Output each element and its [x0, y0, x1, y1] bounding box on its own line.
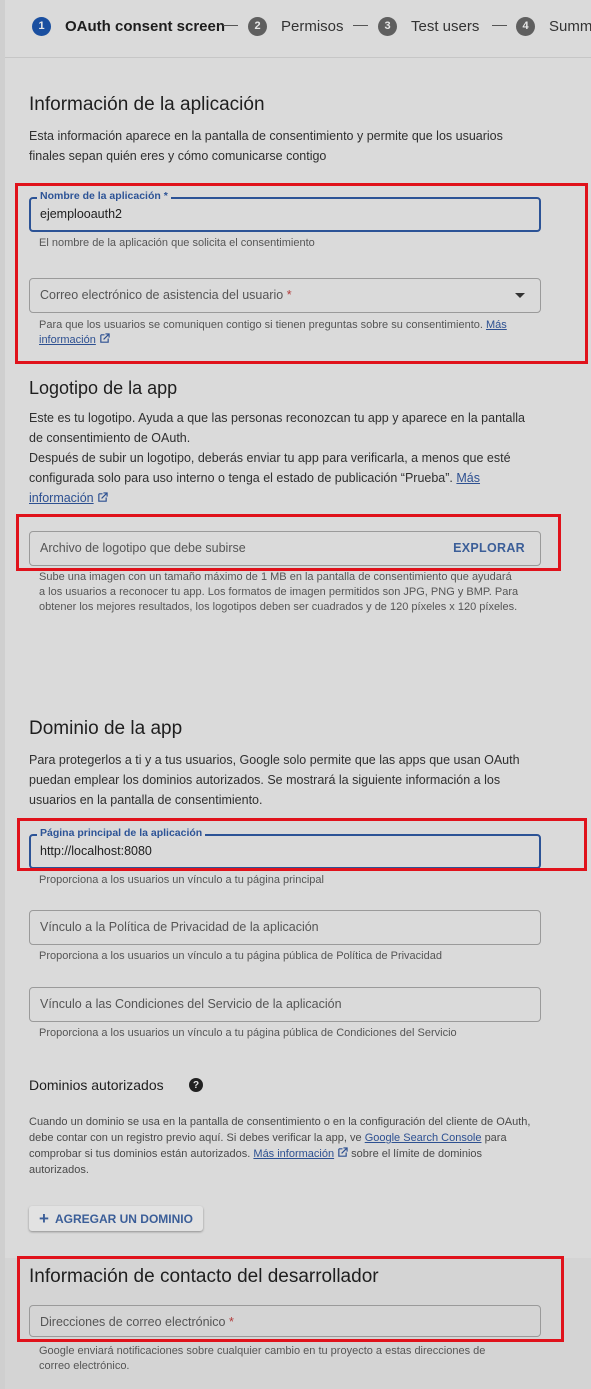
search-console-link[interactable]: Google Search Console	[365, 1132, 482, 1144]
highlight-box-logo	[16, 514, 561, 571]
highlight-box-developer	[17, 1256, 564, 1342]
step-number: 1	[32, 16, 51, 36]
highlight-box-homepage	[17, 818, 587, 871]
app-info-description: Esta información aparece en la pantalla …	[29, 129, 503, 163]
highlight-box-app-info	[15, 183, 588, 364]
step-number: 4	[516, 16, 535, 36]
step-label: Test users	[411, 17, 480, 35]
developer-hint: Google enviará notificaciones sobre cual…	[39, 1345, 486, 1372]
step-label: OAuth consent screen	[65, 17, 226, 35]
logo-title: Logotipo de la app	[29, 378, 178, 398]
step-separator	[223, 25, 238, 26]
homepage-hint: Proporciona a los usuarios un vínculo a …	[39, 874, 324, 886]
step-separator	[492, 25, 507, 26]
step-number: 2	[248, 16, 267, 36]
logo-description-1: Este es tu logotipo. Ayuda a que las per…	[29, 411, 525, 445]
logo-description-2: Después de subir un logotipo, deberás en…	[29, 451, 511, 505]
help-icon[interactable]: ?	[189, 1078, 203, 1092]
step-oauth-consent[interactable]: 1 OAuth consent screen	[32, 16, 225, 36]
privacy-policy-field[interactable]: Vínculo a la Política de Privacidad de l…	[29, 910, 541, 945]
privacy-policy-placeholder: Vínculo a la Política de Privacidad de l…	[40, 920, 319, 934]
domain-title: Dominio de la app	[29, 718, 183, 739]
app-info-title: Información de la aplicación	[29, 94, 265, 115]
add-domain-label: AGREGAR UN DOMINIO	[54, 1211, 193, 1226]
external-link-icon	[338, 1147, 348, 1157]
stepper: 1 OAuth consent screen 2 Permisos 3 Test…	[5, 0, 591, 58]
step-test-users[interactable]: 3 Test users	[378, 16, 479, 36]
logo-hint: Sube una imagen con un tamaño máximo de …	[39, 571, 519, 613]
step-number: 3	[378, 16, 397, 36]
domains-more-info-link[interactable]: Más información	[253, 1148, 334, 1160]
authorized-domains-description: Cuando un dominio se usa en la pantalla …	[29, 1116, 531, 1176]
external-link-icon	[97, 492, 108, 502]
step-label: Summ	[549, 17, 591, 35]
authorized-domains-title: Dominios autorizados	[29, 1077, 164, 1093]
step-label: Permisos	[281, 17, 344, 35]
plus-icon: +	[39, 1209, 49, 1228]
step-separator	[353, 25, 368, 26]
privacy-policy-hint: Proporciona a los usuarios un vínculo a …	[39, 950, 442, 962]
step-permisos[interactable]: 2 Permisos	[248, 16, 344, 36]
step-summary[interactable]: 4 Summ	[516, 16, 591, 36]
terms-field[interactable]: Vínculo a las Condiciones del Servicio d…	[29, 987, 541, 1022]
terms-hint: Proporciona a los usuarios un vínculo a …	[39, 1027, 457, 1039]
add-domain-button[interactable]: + AGREGAR UN DOMINIO	[29, 1206, 203, 1231]
domain-description: Para protegerlos a ti y a tus usuarios, …	[29, 753, 520, 807]
terms-placeholder: Vínculo a las Condiciones del Servicio d…	[40, 997, 342, 1011]
